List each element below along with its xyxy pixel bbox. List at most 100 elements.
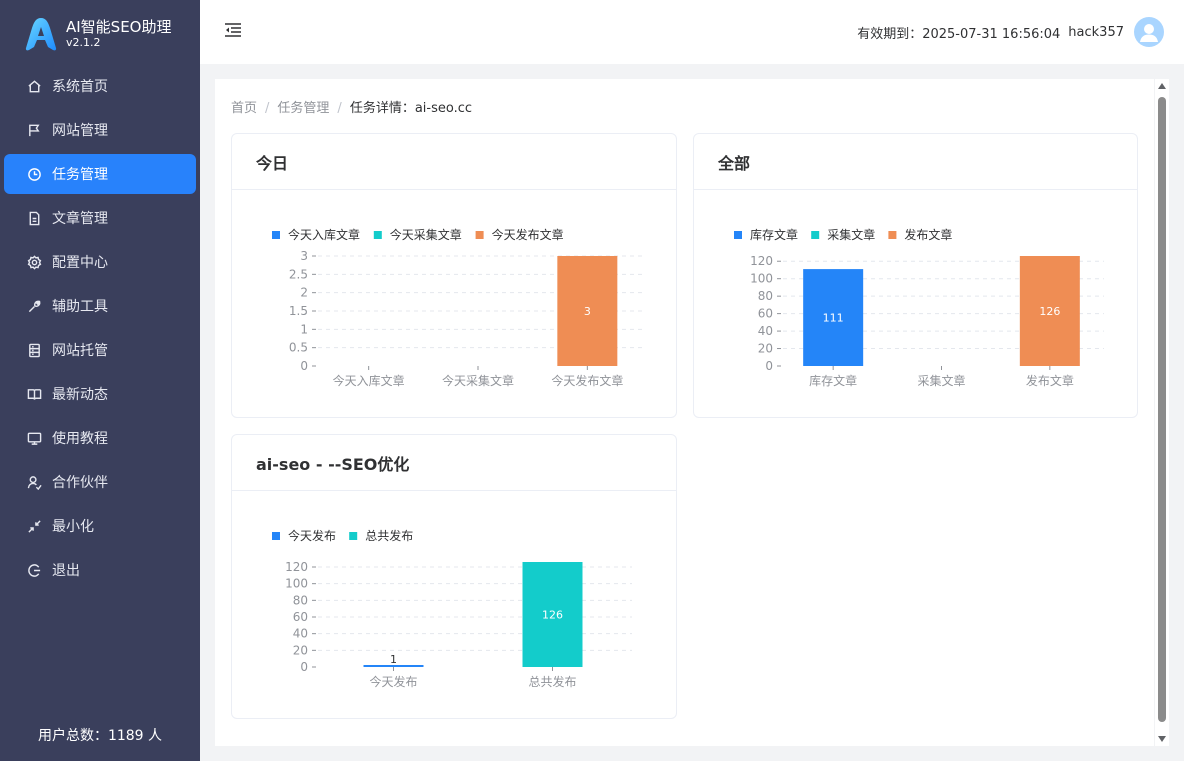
y-tick-label: 0 [300,660,308,674]
vertical-scrollbar[interactable] [1155,79,1169,746]
x-tick-label: 今天发布文章 [551,373,623,388]
sidebar-item-label: 最小化 [52,519,94,535]
expiry-date: 有效期到：2025-07-31 16:56:04 [857,26,1061,42]
sidebar-item-tutorial[interactable]: 使用教程 [4,418,196,458]
breadcrumb: 首页 / 任务管理 / 任务详情：ai-seo.cc [231,97,472,116]
legend-label: 库存文章 [750,227,798,242]
legend-swatch [475,231,484,239]
y-tick-label: 100 [285,577,308,591]
y-tick-label: 3 [300,249,308,263]
legend-item[interactable]: 库存文章 [734,227,798,242]
bar-value-label: 126 [1039,305,1060,318]
monitor-icon [26,430,42,446]
partner-icon [26,474,42,490]
y-tick-label: 2.5 [289,267,308,281]
sidebar-item-articles[interactable]: 文章管理 [4,198,196,238]
breadcrumb-tasks[interactable]: 任务管理 [277,101,329,116]
sidebar-item-tools[interactable]: 辅助工具 [4,286,196,326]
sidebar-item-label: 辅助工具 [52,299,108,315]
brand-name: AI智能SEO助理 [66,18,172,36]
card-title: ai-seo - --SEO优化 [232,435,676,491]
x-tick-label: 今天入库文章 [333,373,405,388]
legend-label: 今天采集文章 [390,227,462,242]
scroll-up-arrow-icon[interactable] [1158,83,1166,89]
gear-icon [26,254,42,270]
x-tick-label: 今天发布 [369,674,417,689]
legend-label: 发布文章 [904,227,952,242]
all-stats-card: 全部 库存文章 采集文章 发布文章 0 20 40 60 80 100 120 库存文章 111 采集文… [693,133,1138,418]
header-user-area: 有效期到：2025-07-31 16:56:04 hack357 [857,17,1164,47]
site-chart: 今天发布 总共发布020406080100120今天发布1总共发布126 [272,528,632,689]
bar-value-label: 111 [823,312,844,325]
site-chart-container: 今天发布 总共发布 0 20 40 60 80 100 120 今天发布 1 总共发布 126 [232,491,676,718]
legend-item[interactable]: 采集文章 [811,227,875,242]
today-chart-container: 今天入库文章 今天采集文章 今天发布文章 0 0.5 1 1.5 2 2.5 3 今天入库文章 今天采… [232,190,676,417]
main-content: 首页 / 任务管理 / 任务详情：ai-seo.cc 今日 今天入库文章 今天采集文章 今天… [215,79,1154,746]
y-tick-label: 80 [758,289,773,303]
y-tick-label: 120 [285,560,308,574]
x-tick-label: 总共发布 [528,674,576,689]
legend-item[interactable]: 今天入库文章 [272,227,360,242]
y-tick-label: 80 [293,593,308,607]
legend-label: 采集文章 [827,227,875,242]
legend-swatch [811,231,820,239]
user-total: 用户总数：1189 人 [37,728,163,744]
legend-label: 今天发布文章 [492,227,564,242]
legend-label: 总共发布 [365,528,413,543]
clock-icon [26,166,42,182]
y-tick-label: 20 [293,643,308,657]
card-title: 今日 [232,134,676,190]
sidebar: AI智能SEO助理 v2.1.2 系统首页 网站管理 任务管理 文章管理 配置中… [0,0,200,761]
y-tick-label: 1.5 [289,304,308,318]
legend-swatch [272,532,280,540]
sidebar-item-label: 网站管理 [52,123,108,139]
legend-item[interactable]: 今天采集文章 [373,227,462,242]
today-chart: 今天入库文章 今天采集文章 今天发布文章00.511.522.53今天入库文章 今天采… [272,227,642,388]
all-chart: 库存文章 采集文章 发布文章020406080100120库存文章111采集文章 发布… [734,227,1104,388]
sidebar-item-logout[interactable]: 退出 [4,550,196,590]
breadcrumb-home[interactable]: 首页 [231,101,257,116]
sidebar-item-label: 合作伙伴 [52,475,108,491]
site-stats-card: ai-seo - --SEO优化 今天发布 总共发布 0 20 40 60 80 100 120… [231,434,677,719]
sidebar-item-tasks[interactable]: 任务管理 [4,154,196,194]
sidebar-item-sites[interactable]: 网站管理 [4,110,196,150]
server-icon [26,342,42,358]
x-tick-label: 采集文章 [917,373,965,388]
legend-label: 今天入库文章 [288,227,360,242]
sidebar-item-minimize[interactable]: 最小化 [4,506,196,546]
sidebar-item-partners[interactable]: 合作伙伴 [4,462,196,502]
y-tick-label: 2 [300,286,308,300]
logo-icon [25,18,57,51]
legend-item[interactable]: 今天发布文章 [475,227,564,242]
scroll-down-arrow-icon[interactable] [1158,736,1166,742]
sidebar-item-config[interactable]: 配置中心 [4,242,196,282]
sidebar-item-label: 系统首页 [52,79,108,95]
brand-logo[interactable]: AI智能SEO助理 v2.1.2 [24,14,172,54]
bar-value-label: 126 [542,609,563,622]
avatar[interactable] [1134,17,1164,47]
sidebar-item-label: 使用教程 [52,431,108,447]
y-tick-label: 0.5 [289,341,308,355]
username[interactable]: hack357 [1068,25,1124,40]
bar-value-label: 3 [584,305,591,318]
sidebar-item-hosting[interactable]: 网站托管 [4,330,196,370]
y-tick-label: 60 [758,307,773,321]
scrollbar-thumb[interactable] [1158,97,1166,722]
legend-item[interactable]: 今天发布 [272,528,336,543]
collapse-menu-button[interactable] [224,21,242,39]
y-tick-label: 40 [293,627,308,641]
legend-item[interactable]: 总共发布 [349,528,413,543]
menu-fold-icon [225,23,241,37]
sidebar-item-label: 最新动态 [52,387,108,403]
legend-swatch [888,231,897,239]
sidebar-item-label: 文章管理 [52,211,108,227]
card-title: 全部 [694,134,1137,190]
minimize-icon [26,518,42,534]
legend-swatch [373,231,382,239]
legend-item[interactable]: 发布文章 [888,227,952,242]
sidebar-item-news[interactable]: 最新动态 [4,374,196,414]
y-tick-label: 60 [293,610,308,624]
document-icon [26,210,42,226]
sidebar-item-home[interactable]: 系统首页 [4,66,196,106]
breadcrumb-current: 任务详情：ai-seo.cc [349,101,473,116]
